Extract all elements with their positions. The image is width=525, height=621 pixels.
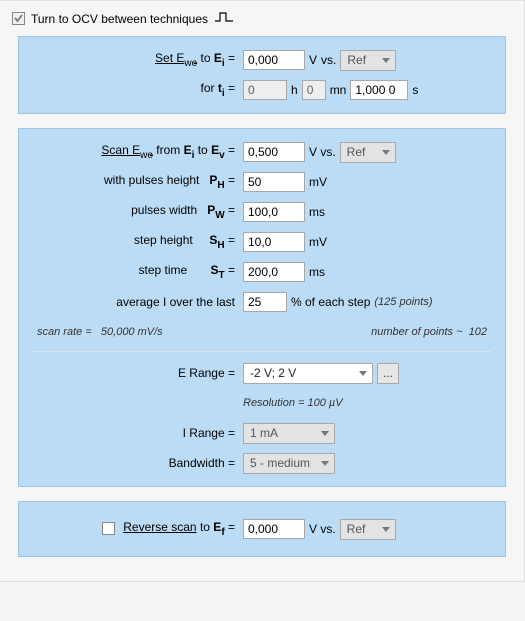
pw-label: pulses width PW = bbox=[33, 203, 243, 220]
unit-mn: mn bbox=[330, 83, 347, 97]
avg-label: average I over the last bbox=[33, 295, 243, 309]
avg-input[interactable] bbox=[243, 292, 287, 312]
erange-label: E Range = bbox=[33, 366, 243, 380]
ph-input[interactable] bbox=[243, 172, 305, 192]
erange-select[interactable]: -2 V; 2 V bbox=[243, 363, 373, 384]
st-input[interactable] bbox=[243, 262, 305, 282]
ref-select[interactable]: Ref bbox=[340, 50, 396, 71]
pulse-icon bbox=[214, 11, 234, 26]
check-icon bbox=[13, 13, 24, 24]
ti-h-input[interactable] bbox=[243, 80, 287, 100]
for-ti-label: for ti = bbox=[33, 81, 243, 98]
ei-input[interactable] bbox=[243, 50, 305, 70]
unit-ms2: ms bbox=[309, 265, 325, 279]
unit-mv2: mV bbox=[309, 235, 327, 249]
unit-v-vs2: V vs. bbox=[309, 522, 336, 536]
unit-v-vs: V vs. bbox=[309, 145, 336, 159]
ev-input[interactable] bbox=[243, 142, 305, 162]
scan-ewe-panel: Scan Ewe from Ei to Ev = V vs. Ref with … bbox=[18, 128, 506, 487]
unit-ms: ms bbox=[309, 205, 325, 219]
irange-label: I Range = bbox=[33, 426, 243, 440]
reverse-scan-panel: Reverse scan to Ef = V vs. Ref bbox=[18, 501, 506, 557]
scan-ewe-label: Scan Ewe from Ei to Ev = bbox=[33, 143, 243, 160]
ef-input[interactable] bbox=[243, 519, 305, 539]
unit-h: h bbox=[291, 83, 298, 97]
avg-unit: % of each step bbox=[291, 295, 370, 309]
erange-more-button[interactable]: ... bbox=[377, 363, 399, 384]
sh-label: step height SH = bbox=[33, 233, 243, 250]
num-points: number of points ~ 102 bbox=[371, 326, 487, 338]
irange-select[interactable]: 1 mA bbox=[243, 423, 335, 444]
avg-note: (125 points) bbox=[374, 296, 432, 308]
unit-s: s bbox=[412, 83, 418, 97]
ph-label: with pulses height PH = bbox=[33, 173, 243, 190]
st-label: step time ST = bbox=[33, 263, 243, 280]
ocv-checkbox[interactable] bbox=[12, 12, 25, 25]
reverse-label-col: Reverse scan to Ef = bbox=[33, 520, 243, 537]
separator bbox=[33, 351, 491, 352]
unit-mv: mV bbox=[309, 175, 327, 189]
scan-rate: scan rate = 50,000 mV/s bbox=[37, 326, 163, 338]
scan-ref-select[interactable]: Ref bbox=[340, 142, 396, 163]
bw-label: Bandwidth = bbox=[33, 456, 243, 470]
sh-input[interactable] bbox=[243, 232, 305, 252]
vs-label: vs. bbox=[321, 53, 336, 67]
bw-select[interactable]: 5 - medium bbox=[243, 453, 335, 474]
ocv-label: Turn to OCV between techniques bbox=[31, 12, 208, 26]
unit-v: V bbox=[309, 53, 317, 67]
config-panel: Turn to OCV between techniques Set Ewe t… bbox=[0, 0, 525, 582]
set-ewe-label: Set Ewe to Ei = bbox=[33, 51, 243, 68]
set-ewe-panel: Set Ewe to Ei = V vs. Ref for ti = h mn … bbox=[18, 36, 506, 114]
pw-input[interactable] bbox=[243, 202, 305, 222]
reverse-ref-select[interactable]: Ref bbox=[340, 519, 396, 540]
ocv-row: Turn to OCV between techniques bbox=[10, 11, 514, 26]
ti-s-input[interactable] bbox=[350, 80, 408, 100]
ti-mn-input[interactable] bbox=[302, 80, 326, 100]
reverse-checkbox[interactable] bbox=[102, 522, 115, 535]
resolution-label: Resolution = 100 µV bbox=[243, 397, 343, 409]
